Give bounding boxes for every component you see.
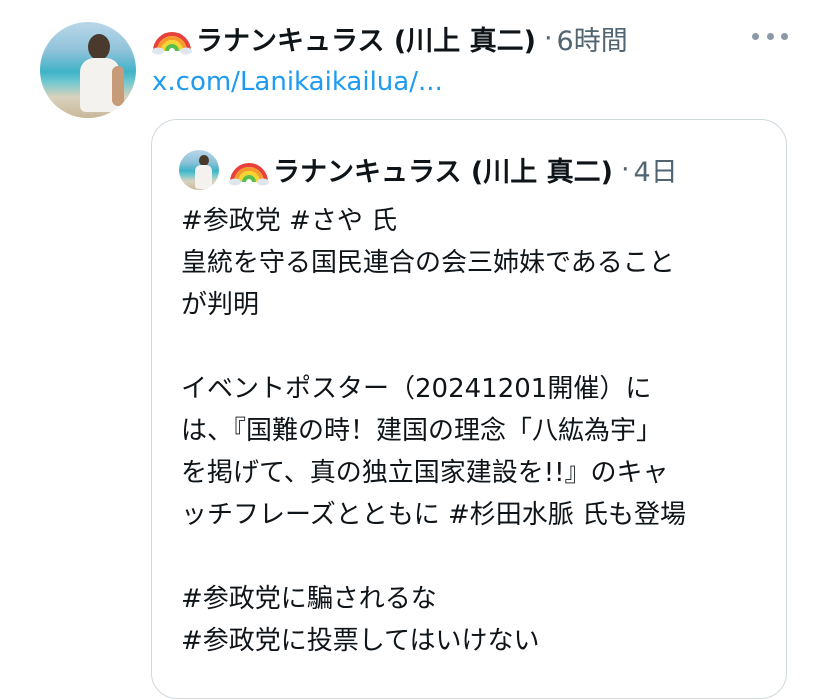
quoted-tweet-body: #参政党 #さや 氏 皇統を守る国民連合の会三姉妹であること が判明 イベントポ… (181, 200, 771, 662)
tweet-text-line: が判明 (181, 290, 260, 320)
tweet-text-line: を掲げて、真の独立国家建設を!!』のキャ (181, 458, 669, 488)
meta-separator: · (620, 153, 630, 185)
tweet-text-line: 皇統を守る国民連合の会三姉妹であること (181, 248, 675, 278)
tweet-link[interactable]: x.com/Lanikaikailua/... (152, 64, 443, 100)
meta-separator: · (543, 22, 553, 54)
tweet-header: ラナンキュラス (川上 真二) · 6時間 (152, 16, 628, 60)
more-dot (766, 32, 774, 40)
avatar-body (195, 165, 212, 189)
tweet-text-line: は、『国難の時！建国の理念「八紘為宇」 (181, 416, 663, 446)
tweet-text-line: イベントポスター（20241201開催）に (181, 374, 652, 404)
tweet-text-line: #参政党に騙されるな (181, 584, 437, 614)
avatar-head (88, 34, 110, 60)
quoted-tweet-timestamp[interactable]: 4日 (634, 150, 678, 189)
quoted-tweet-header: ラナンキュラス (川上 真二) · 4日 (229, 147, 678, 191)
quoted-tweet-card[interactable]: ラナンキュラス (川上 真二) · 4日 #参政党 #さや 氏 皇統を守る国民連… (151, 119, 787, 699)
tweet-text-line: #参政党に投票してはいけない (181, 626, 540, 656)
avatar-arm (112, 66, 124, 106)
author-display-name[interactable]: ラナンキュラス (川上 真二) (196, 19, 536, 58)
more-horizontal-icon[interactable] (752, 26, 788, 46)
rainbow-emoji-icon (229, 163, 269, 186)
more-dot (752, 32, 759, 40)
author-avatar[interactable] (40, 22, 136, 118)
quoted-author-display-name[interactable]: ラナンキュラス (川上 真二) (273, 150, 613, 189)
tweet-text-line: ッチフレーズとともに #杉田水脈 氏も登場 (181, 500, 687, 530)
more-dot (781, 32, 788, 40)
rainbow-emoji-icon (152, 32, 192, 55)
tweet-text-line: #参政党 #さや 氏 (181, 206, 398, 236)
quoted-author-avatar[interactable] (179, 150, 219, 190)
tweet-timestamp[interactable]: 6時間 (557, 19, 628, 58)
tweet: ラナンキュラス (川上 真二) · 6時間 x.com/Lanikaikailu… (0, 0, 828, 699)
